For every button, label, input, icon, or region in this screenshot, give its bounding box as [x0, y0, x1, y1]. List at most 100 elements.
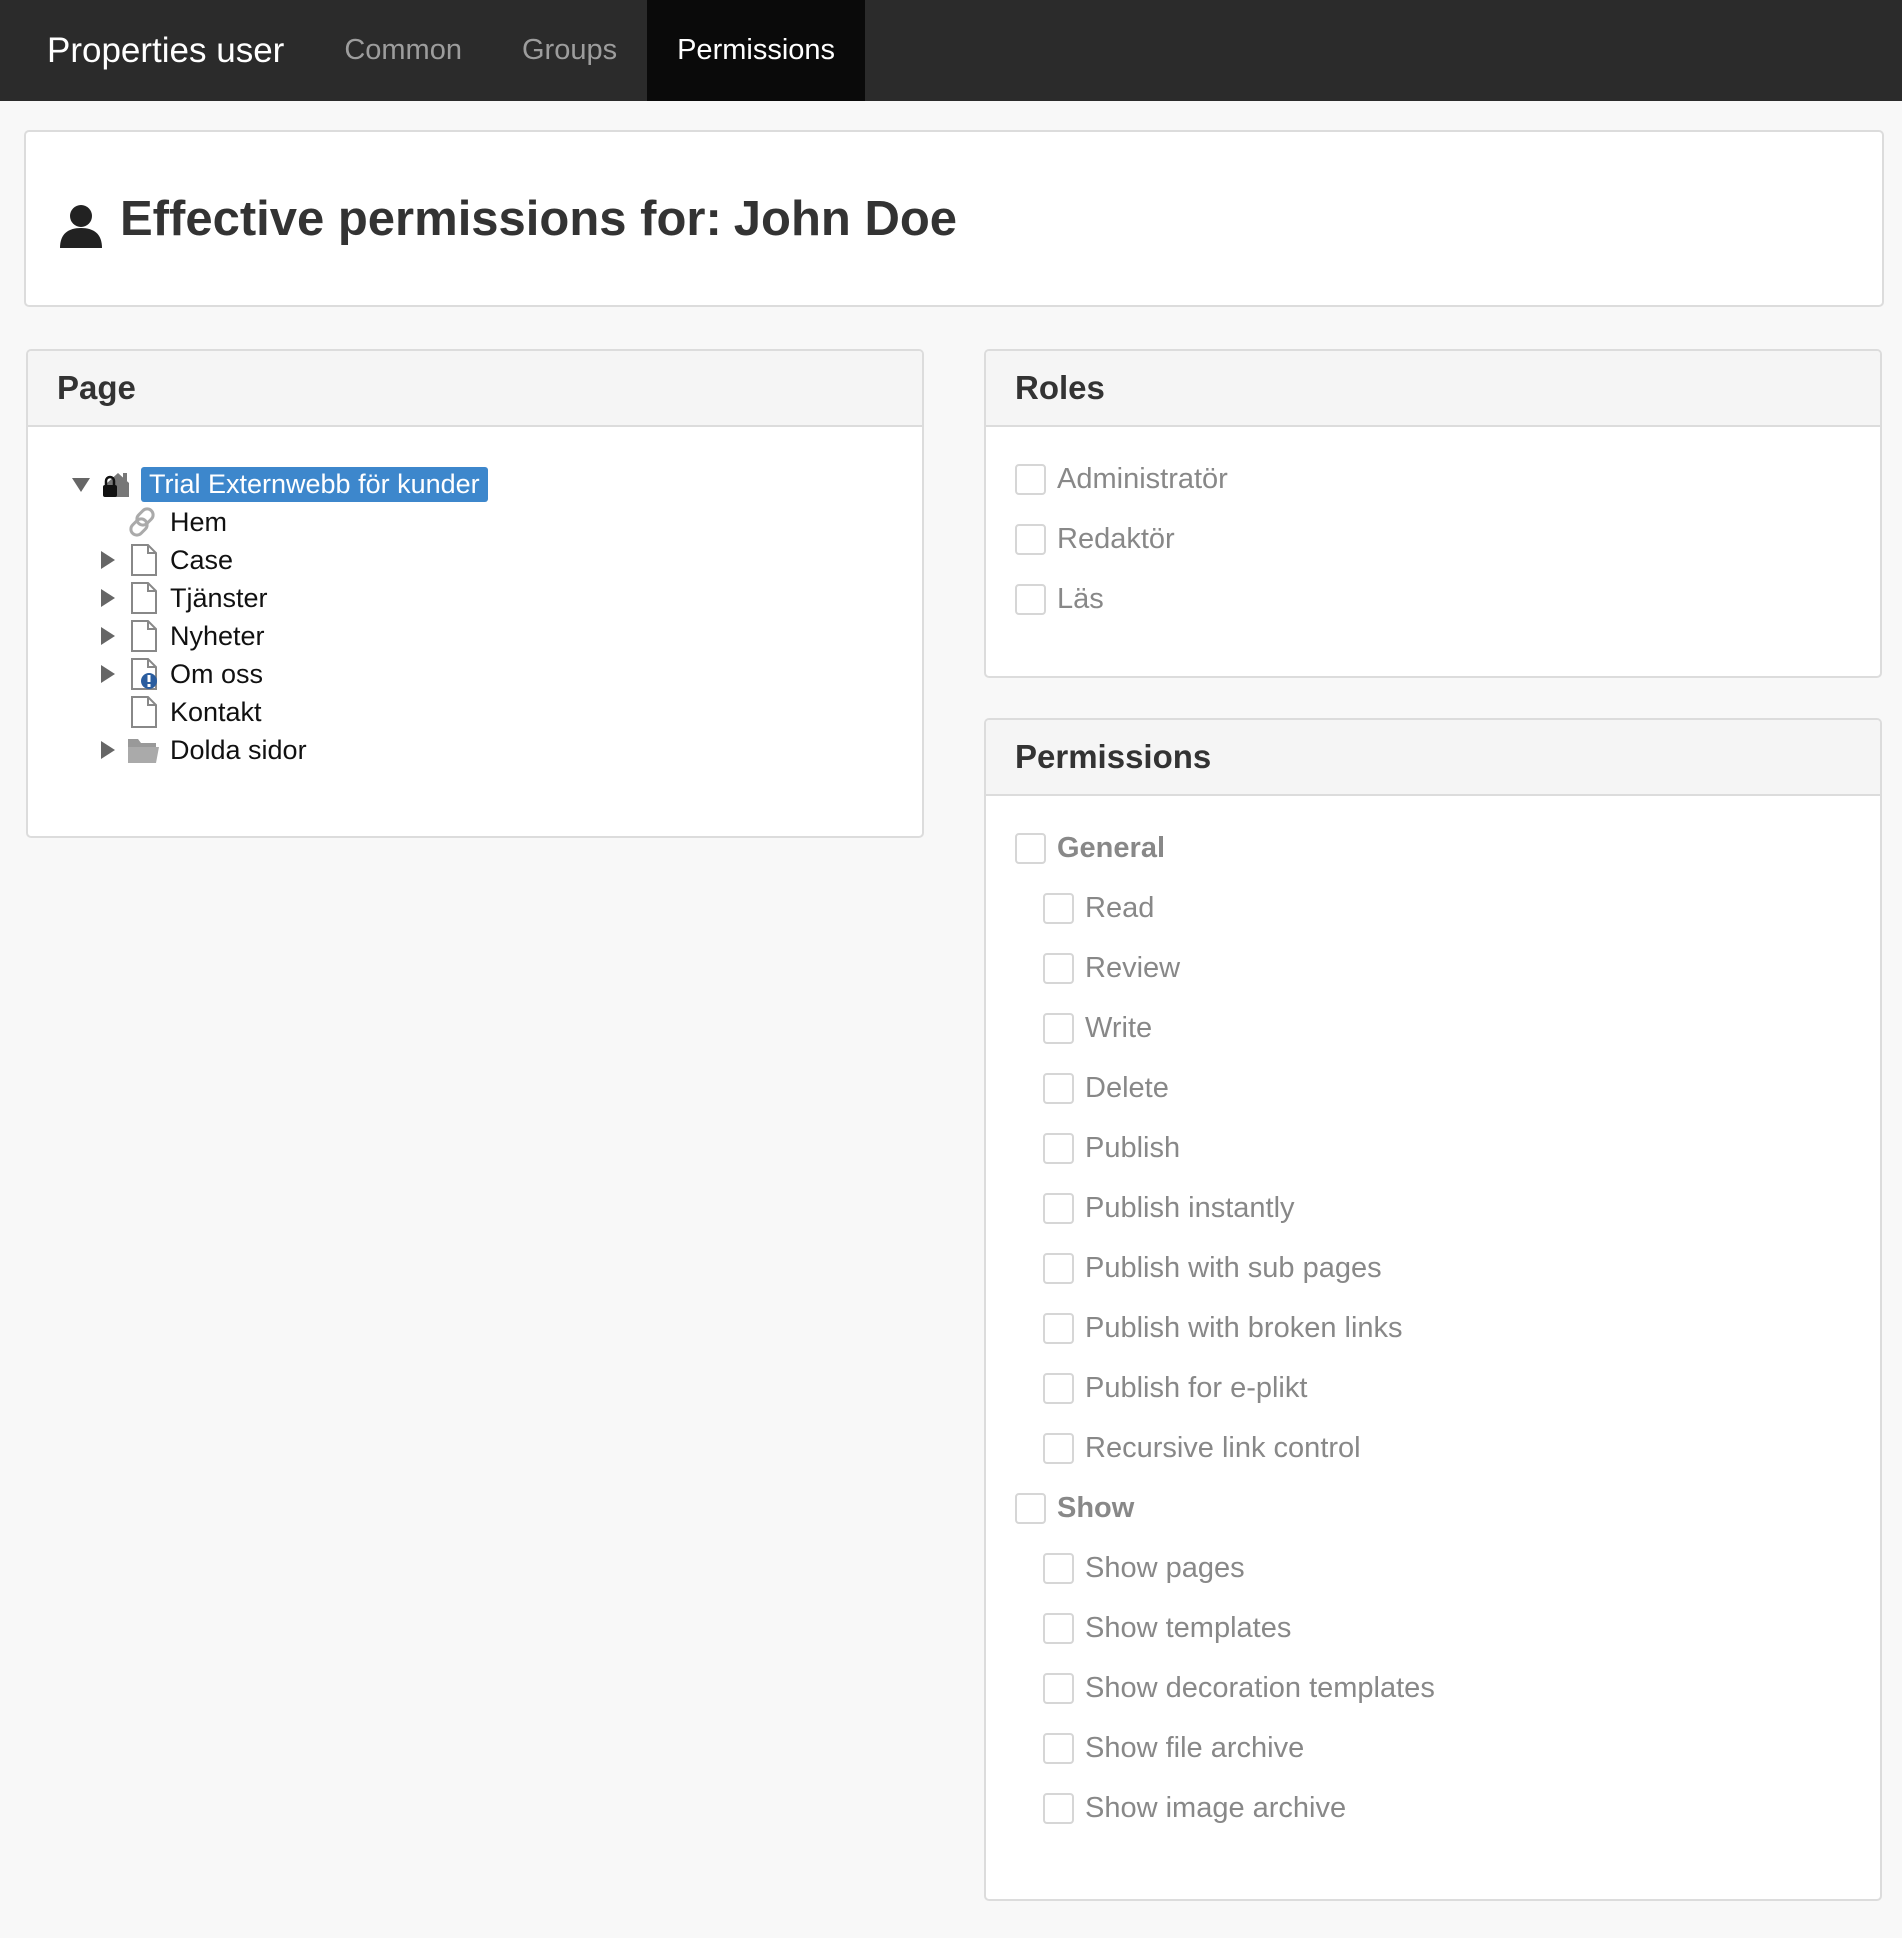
permission-checkbox[interactable]	[1043, 1612, 1074, 1644]
permission-label: Publish	[1085, 1131, 1181, 1164]
tree-node[interactable]: Case	[28, 541, 922, 579]
permission-item[interactable]: Review	[986, 938, 1880, 998]
permission-group-checkbox[interactable]	[1015, 1492, 1046, 1524]
permission-checkbox[interactable]	[1043, 1252, 1074, 1284]
tree-node[interactable]: Kontakt	[28, 693, 922, 731]
permission-checkbox[interactable]	[1043, 952, 1074, 984]
permission-label: Publish with sub pages	[1085, 1251, 1382, 1284]
chevron-right-icon[interactable]	[101, 551, 115, 569]
role-checkbox[interactable]	[1015, 463, 1046, 495]
permissions-panel-heading: Permissions	[986, 720, 1880, 796]
page-panel: Page Trial Externwebb för kunder Hem Cas…	[26, 349, 924, 838]
tree-node-label[interactable]: Om oss	[170, 659, 263, 690]
permission-label: Publish instantly	[1085, 1191, 1295, 1224]
role-checkbox[interactable]	[1015, 523, 1046, 555]
chevron-right-icon[interactable]	[101, 741, 115, 759]
permissions-list: General Read Review Write Delete Publish…	[986, 796, 1880, 1838]
permission-label: Show templates	[1085, 1611, 1292, 1644]
permission-checkbox[interactable]	[1043, 1672, 1074, 1704]
permission-group-general[interactable]: General	[986, 818, 1880, 878]
permission-item[interactable]: Delete	[986, 1058, 1880, 1118]
roles-panel-heading: Roles	[986, 351, 1880, 427]
page-title-user-name: John Doe	[733, 191, 958, 246]
permission-item[interactable]: Show image archive	[986, 1778, 1880, 1838]
tree-node[interactable]: Om oss	[28, 655, 922, 693]
permission-checkbox[interactable]	[1043, 892, 1074, 924]
permission-item[interactable]: Publish for e-plikt	[986, 1358, 1880, 1418]
chevron-right-icon[interactable]	[101, 589, 115, 607]
tree-node[interactable]: Tjänster	[28, 579, 922, 617]
permission-item[interactable]: Recursive link control	[986, 1418, 1880, 1478]
role-item[interactable]: Administratör	[986, 449, 1880, 509]
tab-common[interactable]: Common	[314, 0, 492, 101]
roles-list: Administratör Redaktör Läs	[986, 427, 1880, 629]
tree-node-label[interactable]: Dolda sidor	[170, 735, 307, 766]
permission-checkbox[interactable]	[1043, 1552, 1074, 1584]
permission-checkbox[interactable]	[1043, 1792, 1074, 1824]
chevron-right-icon[interactable]	[101, 665, 115, 683]
page-title: Effective permissions for: John Doe	[58, 190, 957, 248]
permission-label: Delete	[1085, 1071, 1169, 1104]
permission-label: Publish for e-plikt	[1085, 1371, 1308, 1404]
page-info-icon	[131, 658, 157, 690]
permission-checkbox[interactable]	[1043, 1192, 1074, 1224]
permission-label: Show image archive	[1085, 1791, 1347, 1824]
role-item[interactable]: Redaktör	[986, 509, 1880, 569]
permission-item[interactable]: Write	[986, 998, 1880, 1058]
permission-label: Write	[1085, 1011, 1153, 1044]
tree-node[interactable]: Nyheter	[28, 617, 922, 655]
tab-groups[interactable]: Groups	[492, 0, 647, 101]
role-checkbox[interactable]	[1015, 583, 1046, 615]
page-title-label: Effective permissions for:	[120, 191, 722, 246]
role-item[interactable]: Läs	[986, 569, 1880, 629]
permission-label: Show pages	[1085, 1551, 1245, 1584]
permission-item[interactable]: Show pages	[986, 1538, 1880, 1598]
folder-icon	[128, 739, 159, 763]
page-icon	[131, 620, 157, 652]
permission-label: Read	[1085, 891, 1155, 924]
page-icon	[131, 544, 157, 576]
permission-checkbox[interactable]	[1043, 1072, 1074, 1104]
chevron-right-icon[interactable]	[101, 627, 115, 645]
tree-node-root[interactable]: Trial Externwebb för kunder	[28, 465, 922, 503]
tree-node-label[interactable]: Hem	[170, 507, 227, 538]
permission-checkbox[interactable]	[1043, 1732, 1074, 1764]
tree-node[interactable]: Dolda sidor	[28, 731, 922, 769]
permission-checkbox[interactable]	[1043, 1432, 1074, 1464]
tree-node-label[interactable]: Trial Externwebb för kunder	[141, 466, 488, 502]
permission-checkbox[interactable]	[1043, 1312, 1074, 1344]
page-panel-heading: Page	[28, 351, 922, 427]
permission-label: Publish with broken links	[1085, 1311, 1403, 1344]
permission-item[interactable]: Read	[986, 878, 1880, 938]
permission-checkbox[interactable]	[1043, 1372, 1074, 1404]
permission-group-show[interactable]: Show	[986, 1478, 1880, 1538]
tree-node-label[interactable]: Case	[170, 545, 233, 576]
permission-checkbox[interactable]	[1043, 1132, 1074, 1164]
page-icon	[131, 696, 157, 728]
permission-group-label: General	[1057, 831, 1165, 864]
permissions-panel: Permissions General Read Review Write De…	[984, 718, 1882, 1901]
tree-node-label[interactable]: Tjänster	[170, 583, 268, 614]
permission-item[interactable]: Show file archive	[986, 1718, 1880, 1778]
permission-item[interactable]: Show templates	[986, 1598, 1880, 1658]
permission-label: Review	[1085, 951, 1181, 984]
link-icon	[129, 507, 155, 537]
permission-item[interactable]: Publish with sub pages	[986, 1238, 1880, 1298]
permission-item[interactable]: Publish instantly	[986, 1178, 1880, 1238]
tab-permissions[interactable]: Permissions	[647, 0, 866, 101]
roles-panel: Roles Administratör Redaktör Läs	[984, 349, 1882, 678]
permission-checkbox[interactable]	[1043, 1012, 1074, 1044]
permission-item[interactable]: Show decoration templates	[986, 1658, 1880, 1718]
permission-label: Recursive link control	[1085, 1431, 1361, 1464]
role-label: Administratör	[1057, 462, 1228, 495]
tree-node-label[interactable]: Nyheter	[170, 621, 265, 652]
role-label: Redaktör	[1057, 522, 1175, 555]
navbar-brand[interactable]: Properties user	[0, 0, 314, 101]
permission-item[interactable]: Publish with broken links	[986, 1298, 1880, 1358]
chevron-down-icon[interactable]	[72, 478, 90, 492]
role-label: Läs	[1057, 582, 1104, 615]
permission-group-checkbox[interactable]	[1015, 832, 1046, 864]
tree-node-label[interactable]: Kontakt	[170, 697, 262, 728]
permission-item[interactable]: Publish	[986, 1118, 1880, 1178]
tree-node[interactable]: Hem	[28, 503, 922, 541]
